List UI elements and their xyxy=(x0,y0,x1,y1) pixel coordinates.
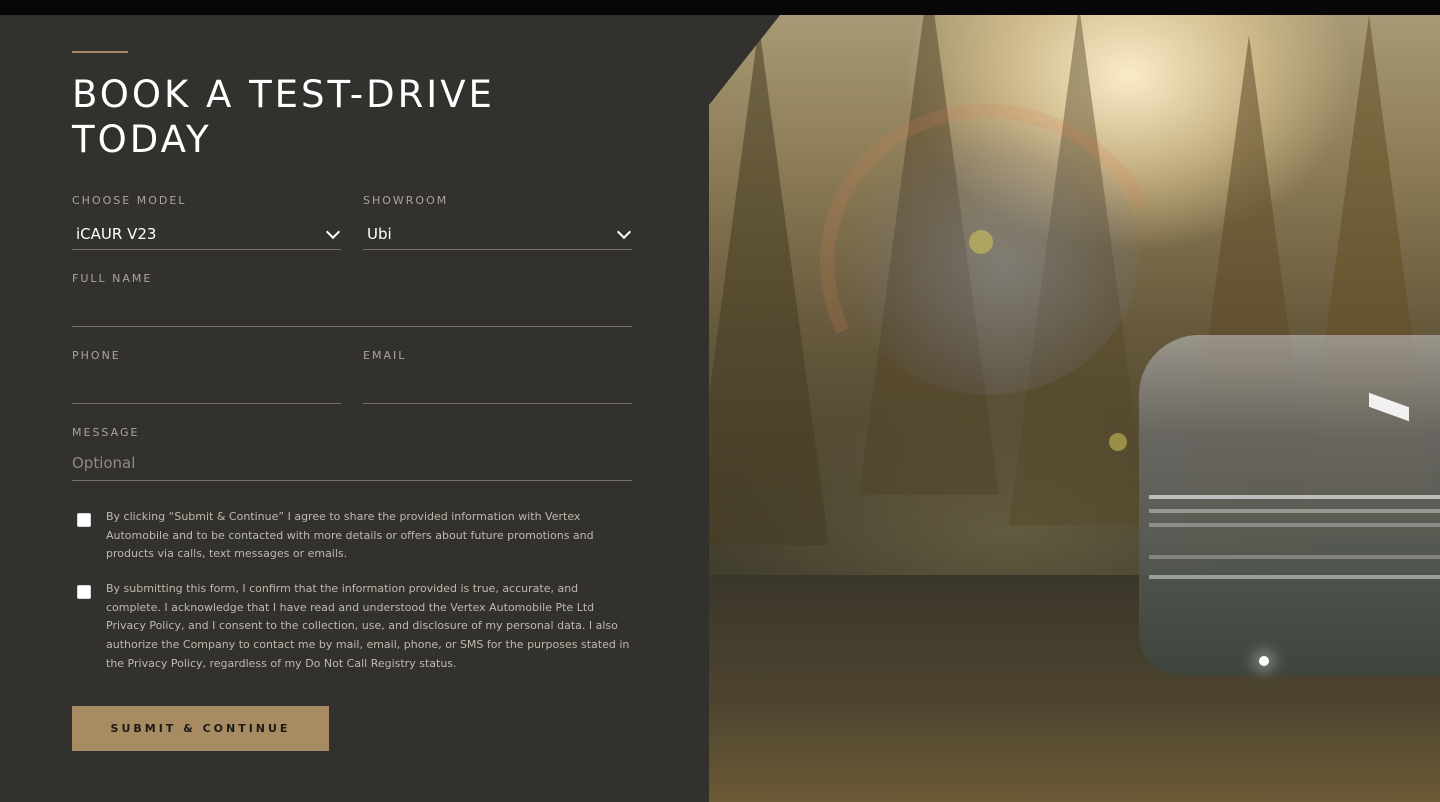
email-input[interactable] xyxy=(363,371,632,403)
light-orb xyxy=(1109,433,1127,451)
consent-marketing-text: By clicking “Submit & Continue” I agree … xyxy=(106,510,594,561)
message-label: MESSAGE xyxy=(72,426,140,439)
consent-marketing-checkbox[interactable] xyxy=(77,513,91,527)
chevron-down-icon xyxy=(616,224,632,240)
consent-privacy-text: By submitting this form, I confirm that … xyxy=(106,582,630,670)
submit-continue-button[interactable]: SUBMIT & CONTINUE xyxy=(72,706,329,751)
model-label: CHOOSE MODEL xyxy=(72,194,187,207)
page-title-line1: BOOK A TEST-DRIVE xyxy=(72,73,495,116)
title-accent-line xyxy=(72,51,128,53)
showroom-select-value: Ubi xyxy=(367,225,392,243)
phone-label: PHONE xyxy=(72,349,121,362)
light-orb xyxy=(969,230,993,254)
tree-silhouette xyxy=(709,25,829,545)
email-underline xyxy=(363,403,632,404)
showroom-label: SHOWROOM xyxy=(363,194,449,207)
chevron-down-icon xyxy=(325,224,341,240)
showroom-underline xyxy=(363,249,632,250)
full-name-label: FULL NAME xyxy=(72,272,153,285)
message-placeholder: Optional xyxy=(72,454,136,472)
phone-underline xyxy=(72,403,341,404)
model-select[interactable]: iCAUR V23 xyxy=(72,218,341,250)
vehicle xyxy=(1139,335,1440,675)
full-name-underline xyxy=(72,326,632,327)
phone-input[interactable] xyxy=(72,371,341,403)
submit-button-label: SUBMIT & CONTINUE xyxy=(110,722,291,735)
consent-privacy-checkbox[interactable] xyxy=(77,585,91,599)
hero-photo xyxy=(709,15,1440,802)
vehicle-grille xyxy=(1149,495,1440,499)
showroom-select[interactable]: Ubi xyxy=(363,218,632,250)
top-bar xyxy=(0,0,1440,15)
email-label: EMAIL xyxy=(363,349,407,362)
light-reflection xyxy=(1259,656,1269,666)
page-title-line2: TODAY xyxy=(72,118,212,161)
full-name-input[interactable] xyxy=(72,294,632,326)
model-select-value: iCAUR V23 xyxy=(76,225,157,243)
message-input[interactable]: Optional xyxy=(72,448,632,480)
message-underline xyxy=(72,480,632,481)
page-title: BOOK A TEST-DRIVE TODAY xyxy=(72,72,632,162)
model-underline xyxy=(72,249,341,250)
